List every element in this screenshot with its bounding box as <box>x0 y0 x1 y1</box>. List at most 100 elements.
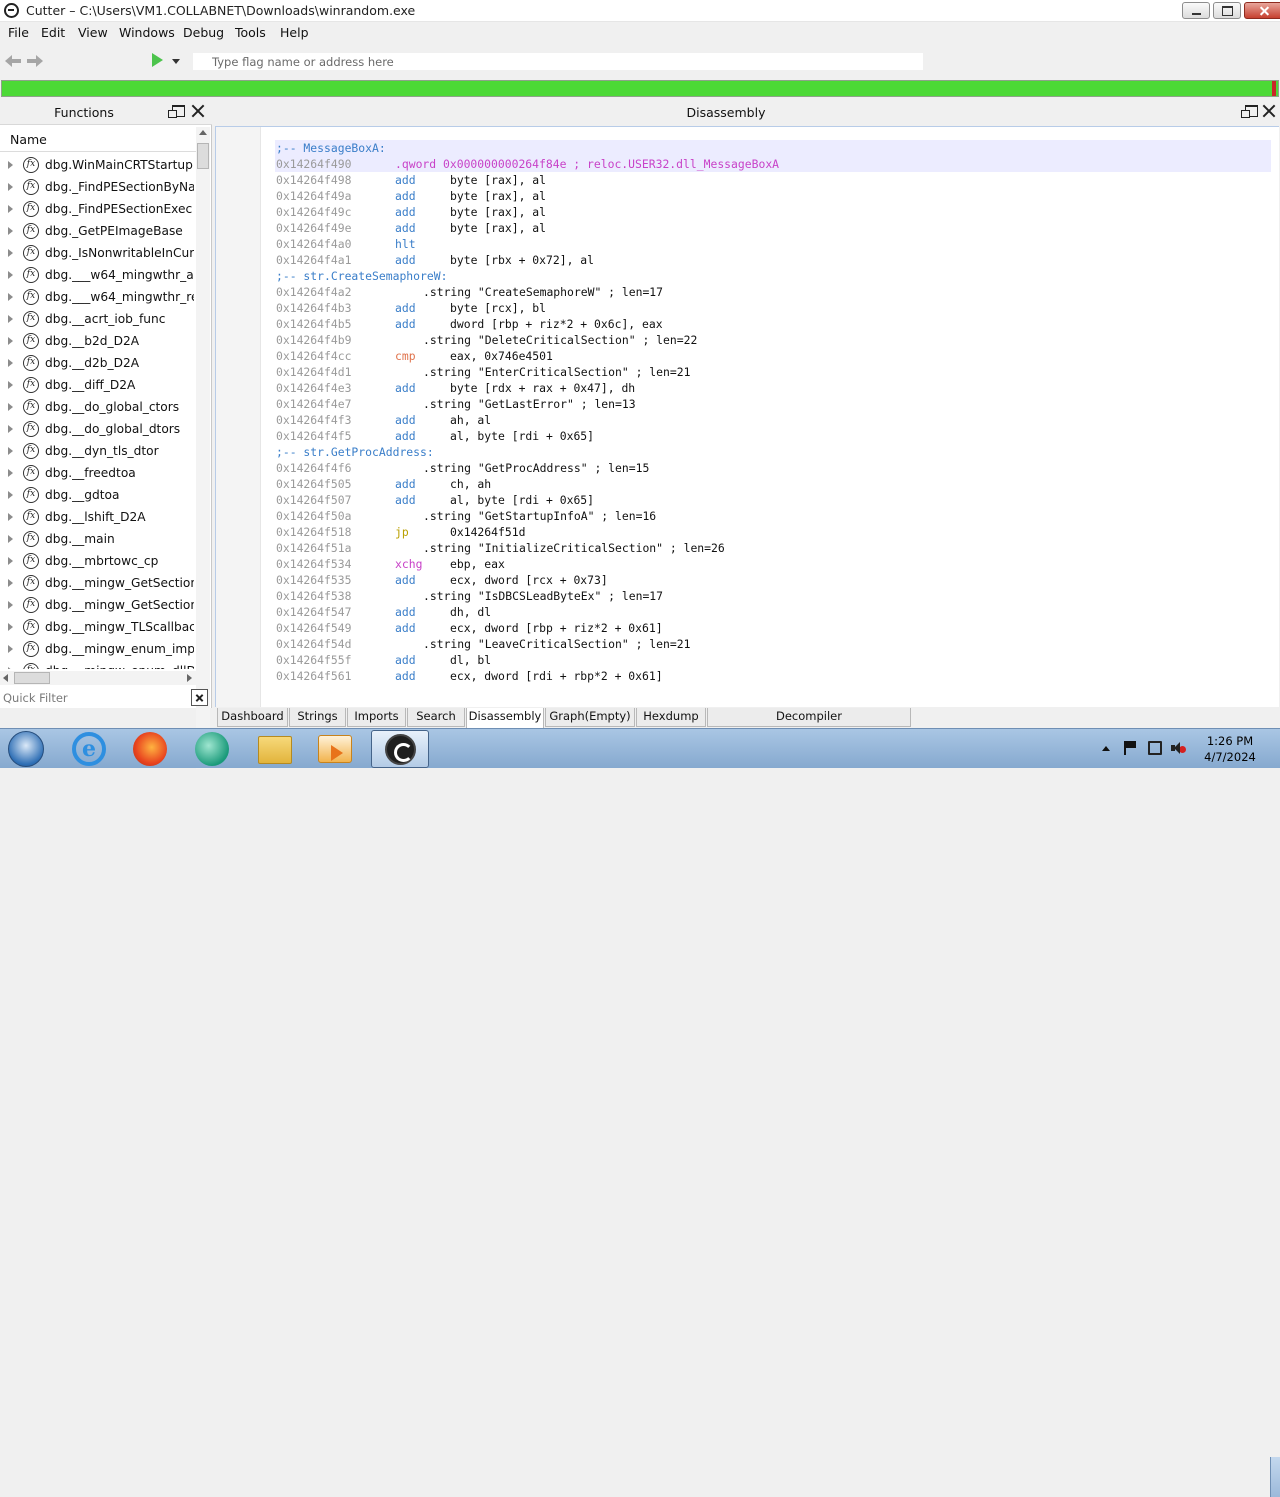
expand-arrow-icon[interactable] <box>8 535 13 543</box>
firefox-icon[interactable] <box>133 732 167 766</box>
expand-arrow-icon[interactable] <box>8 183 13 191</box>
scroll-right-icon[interactable] <box>187 674 192 682</box>
media-player-icon[interactable] <box>318 735 352 763</box>
clear-filter-icon[interactable] <box>191 689 208 706</box>
scroll-left-icon[interactable] <box>3 674 8 682</box>
function-list-item[interactable]: fx dbg.__main <box>0 529 194 551</box>
tray-expand-icon[interactable] <box>1102 746 1110 751</box>
float-panel-icon[interactable] <box>168 105 185 118</box>
expand-arrow-icon[interactable] <box>8 227 13 235</box>
menu-view[interactable]: View <box>78 25 108 40</box>
name-column-header[interactable]: Name <box>0 127 196 152</box>
tab-graph[interactable]: Graph(Empty) <box>545 708 635 727</box>
flag-line[interactable]: ;-- str.CreateSemaphoreW: <box>276 268 447 284</box>
expand-arrow-icon[interactable] <box>8 469 13 477</box>
expand-arrow-icon[interactable] <box>8 403 13 411</box>
expand-arrow-icon[interactable] <box>8 667 13 669</box>
function-list-item[interactable]: fx dbg.__mingw_enum_dllD <box>0 661 194 669</box>
chevron-down-icon[interactable] <box>172 59 180 64</box>
expand-arrow-icon[interactable] <box>8 425 13 433</box>
float-panel-icon[interactable] <box>1241 105 1258 118</box>
expand-arrow-icon[interactable] <box>8 381 13 389</box>
expand-arrow-icon[interactable] <box>8 513 13 521</box>
expand-arrow-icon[interactable] <box>8 623 13 631</box>
function-list-item[interactable]: fx dbg.__acrt_iob_func <box>0 309 194 331</box>
tab-dashboard[interactable]: Dashboard <box>217 708 288 727</box>
function-list-item[interactable]: fx dbg.__do_global_ctors <box>0 397 194 419</box>
close-panel-icon[interactable] <box>1262 104 1276 118</box>
function-list-item[interactable]: fx dbg.__b2d_D2A <box>0 331 194 353</box>
scroll-up-icon[interactable] <box>199 130 207 135</box>
menu-help[interactable]: Help <box>280 25 309 40</box>
expand-arrow-icon[interactable] <box>8 337 13 345</box>
tab-hexdump[interactable]: Hexdump <box>636 708 706 727</box>
function-list-item[interactable]: fx dbg.__mingw_GetSectionFor <box>0 595 194 617</box>
function-list-item[interactable]: fx dbg.__dyn_tls_dtor <box>0 441 194 463</box>
functions-horizontal-scrollbar[interactable] <box>0 671 196 685</box>
tab-strings[interactable]: Strings <box>289 708 346 727</box>
function-list-item[interactable]: fx dbg.___w64_mingwthr_add_ <box>0 265 194 287</box>
flag-address-input[interactable] <box>193 53 923 70</box>
expand-arrow-icon[interactable] <box>8 359 13 367</box>
minimize-button[interactable] <box>1182 2 1210 19</box>
function-list-item[interactable]: fx dbg._GetPEImageBase <box>0 221 194 243</box>
functions-vertical-scrollbar[interactable] <box>196 127 210 769</box>
file-explorer-icon[interactable] <box>258 736 292 764</box>
menu-edit[interactable]: Edit <box>41 25 65 40</box>
flag-line[interactable]: ;-- str.GetProcAddress: <box>276 444 434 460</box>
expand-arrow-icon[interactable] <box>8 249 13 257</box>
network-icon[interactable] <box>1148 741 1162 755</box>
function-list-item[interactable]: fx dbg.__d2b_D2A <box>0 353 194 375</box>
tab-decompiler[interactable]: Decompiler (dbg.WinMainCRTStartup) <box>707 708 911 740</box>
expand-arrow-icon[interactable] <box>8 447 13 455</box>
tab-search[interactable]: Search <box>407 708 465 727</box>
volume-muted-icon[interactable] <box>1171 741 1186 755</box>
back-arrow-icon[interactable] <box>5 54 21 68</box>
expand-arrow-icon[interactable] <box>8 491 13 499</box>
menu-tools[interactable]: Tools <box>235 25 266 40</box>
function-list-item[interactable]: fx dbg.__lshift_D2A <box>0 507 194 529</box>
expand-arrow-icon[interactable] <box>8 645 13 653</box>
expand-arrow-icon[interactable] <box>8 161 13 169</box>
application-icon[interactable] <box>195 732 229 766</box>
function-list-item[interactable]: fx dbg.__diff_D2A <box>0 375 194 397</box>
scroll-thumb-horizontal[interactable] <box>14 672 50 684</box>
scroll-thumb[interactable] <box>197 143 209 169</box>
function-list-item[interactable]: fx dbg._FindPESectionExec <box>0 199 194 221</box>
function-list-item[interactable]: fx dbg._IsNonwritableInCurren <box>0 243 194 265</box>
show-desktop-button[interactable] <box>1270 1457 1280 1497</box>
system-clock[interactable]: 1:26 PM 4/7/2024 <box>1200 733 1260 765</box>
expand-arrow-icon[interactable] <box>8 579 13 587</box>
menu-windows[interactable]: Windows <box>119 25 175 40</box>
function-list-item[interactable]: fx dbg.__gdtoa <box>0 485 194 507</box>
function-list-item[interactable]: fx dbg.WinMainCRTStartup <box>0 155 194 177</box>
function-list-item[interactable]: fx dbg.__mbrtowc_cp <box>0 551 194 573</box>
play-icon[interactable] <box>152 53 163 67</box>
function-list-item[interactable]: fx dbg.__mingw_TLScallback <box>0 617 194 639</box>
function-list-item[interactable]: fx dbg.__mingw_enum_import <box>0 639 194 661</box>
expand-arrow-icon[interactable] <box>8 601 13 609</box>
close-button[interactable] <box>1244 2 1280 19</box>
expand-arrow-icon[interactable] <box>8 271 13 279</box>
expand-arrow-icon[interactable] <box>8 315 13 323</box>
function-list-item[interactable]: fx dbg.__mingw_GetSectionCo <box>0 573 194 595</box>
expand-arrow-icon[interactable] <box>8 205 13 213</box>
cutter-taskbar-button[interactable] <box>371 730 429 768</box>
flag-line[interactable]: ;-- MessageBoxA: <box>276 140 386 156</box>
expand-arrow-icon[interactable] <box>8 557 13 565</box>
action-center-flag-icon[interactable] <box>1124 741 1138 755</box>
forward-arrow-icon[interactable] <box>27 54 43 68</box>
start-button[interactable] <box>8 731 44 767</box>
menu-debug[interactable]: Debug <box>183 25 224 40</box>
section-map-bar[interactable] <box>1 80 1279 97</box>
tab-imports[interactable]: Imports <box>347 708 406 727</box>
close-panel-icon[interactable] <box>191 104 205 118</box>
quick-filter-input[interactable] <box>0 688 190 708</box>
function-list-item[interactable]: fx dbg._FindPESectionByName <box>0 177 194 199</box>
menu-file[interactable]: File <box>8 25 29 40</box>
maximize-button[interactable] <box>1213 2 1241 19</box>
function-list-item[interactable]: fx dbg.___w64_mingwthr_remc <box>0 287 194 309</box>
tab-disassembly[interactable]: Disassembly <box>466 708 544 729</box>
internet-explorer-icon[interactable]: e <box>72 732 106 766</box>
expand-arrow-icon[interactable] <box>8 293 13 301</box>
